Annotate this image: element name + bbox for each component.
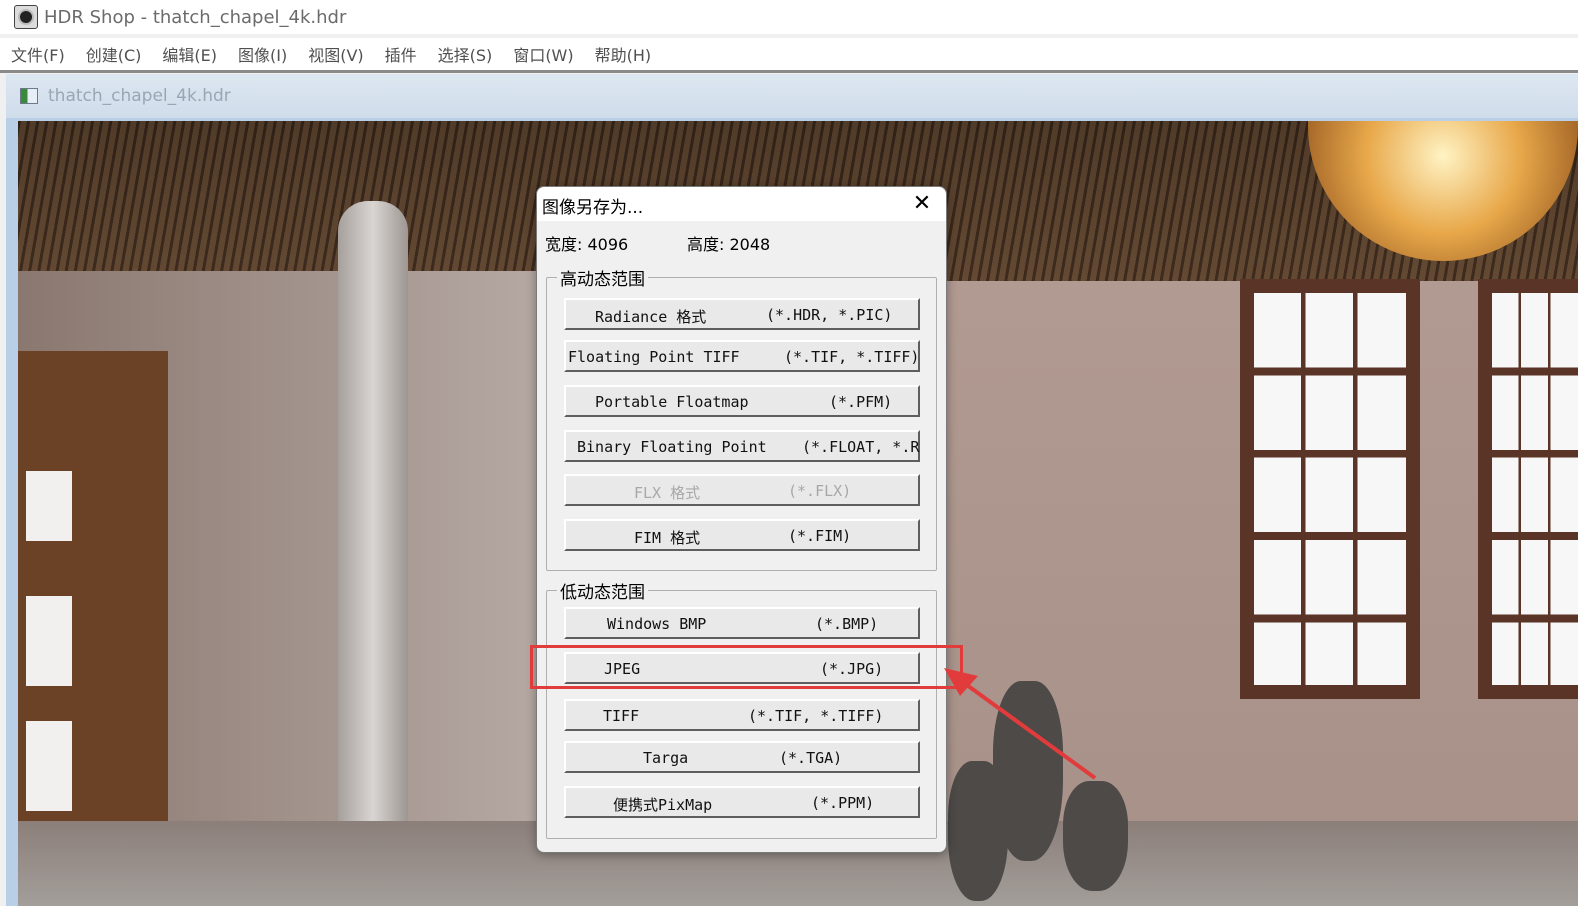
menu-window[interactable]: 窗口(W) [513, 42, 573, 66]
menu-create[interactable]: 创建(C) [86, 42, 142, 66]
portable-pixmap-button[interactable]: 便携式PixMap (*.PPM) [564, 786, 920, 818]
scene-vase [948, 761, 1008, 901]
document-title: thatch_chapel_4k.hdr [48, 86, 231, 106]
menu-view[interactable]: 视图(V) [308, 42, 363, 66]
tiff-format-button[interactable]: TIFF (*.TIF, *.TIFF) [564, 699, 920, 731]
portable-floatmap-button[interactable]: Portable Floatmap (*.PFM) [564, 385, 920, 417]
close-icon[interactable]: ✕ [903, 189, 941, 219]
binary-floating-point-button[interactable]: Binary Floating Point (*.FLOAT, *.R [564, 430, 920, 462]
menu-help[interactable]: 帮助(H) [595, 42, 652, 66]
radiance-format-button[interactable]: Radiance 格式 (*.HDR, *.PIC) [564, 298, 920, 330]
document-title-bar[interactable]: thatch_chapel_4k.hdr [6, 74, 1578, 118]
ldr-format-group: 低动态范围 Windows BMP (*.BMP) JPEG (*.JPG) T… [546, 578, 937, 839]
fim-format-button[interactable]: FIM 格式 (*.FIM) [564, 519, 920, 551]
menu-divider [0, 70, 1578, 73]
dialog-title-bar[interactable]: 图像另存为... ✕ [537, 187, 946, 221]
image-document-icon [20, 88, 38, 104]
hdr-format-group: 高动态范围 Radiance 格式 (*.HDR, *.PIC) Floatin… [546, 265, 937, 571]
hdr-group-label: 高动态范围 [557, 265, 648, 290]
dialog-title: 图像另存为... [542, 198, 644, 218]
menu-edit[interactable]: 编辑(E) [162, 42, 217, 66]
hdrshop-app-icon [14, 5, 38, 29]
scene-pillar [338, 201, 408, 906]
app-title: HDR Shop - thatch_chapel_4k.hdr [44, 6, 347, 28]
targa-format-button[interactable]: Targa (*.TGA) [564, 741, 920, 773]
floating-point-tiff-button[interactable]: Floating Point TIFF (*.TIF, *.TIFF) [564, 340, 920, 372]
scene-vase [1063, 781, 1128, 891]
windows-bmp-button[interactable]: Windows BMP (*.BMP) [564, 607, 920, 639]
save-image-as-dialog: 图像另存为... ✕ 宽度: 4096 高度: 2048 高动态范围 Radia… [536, 186, 947, 853]
ldr-group-label: 低动态范围 [557, 578, 648, 603]
jpeg-format-button[interactable]: JPEG (*.JPG) [564, 652, 920, 684]
flx-format-button[interactable]: FLX 格式 (*.FLX) [564, 474, 920, 506]
menu-image[interactable]: 图像(I) [238, 42, 287, 66]
app-title-bar: HDR Shop - thatch_chapel_4k.hdr [0, 0, 1578, 34]
scene-window [1240, 279, 1420, 699]
menu-select[interactable]: 选择(S) [438, 42, 493, 66]
scene-window [1478, 279, 1578, 699]
image-width-label: 宽度: 4096 [545, 235, 629, 254]
menu-plugins[interactable]: 插件 [385, 42, 417, 66]
image-height-label: 高度: 2048 [687, 235, 771, 254]
menu-file[interactable]: 文件(F) [11, 42, 65, 66]
menu-bar: 文件(F) 创建(C) 编辑(E) 图像(I) 视图(V) 插件 选择(S) 窗… [0, 38, 1578, 70]
